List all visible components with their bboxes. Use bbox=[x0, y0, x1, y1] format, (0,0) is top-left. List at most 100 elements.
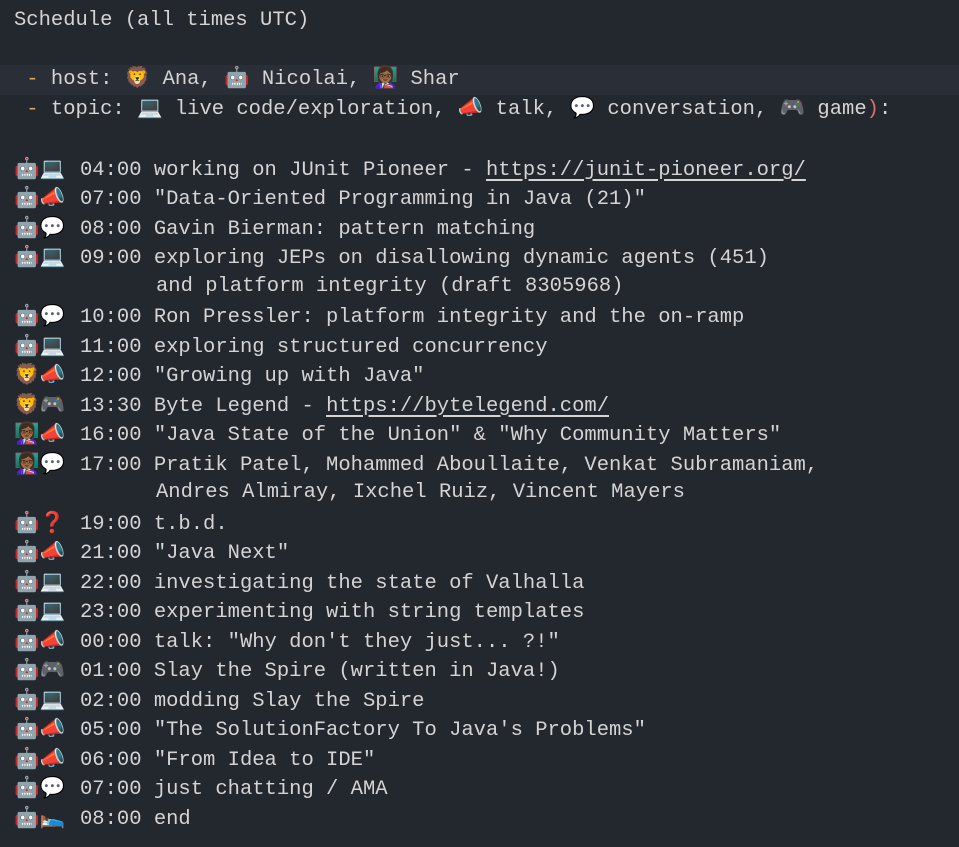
schedule-entry: 🤖💻 23:00 experimenting with string templa… bbox=[0, 596, 959, 626]
megaphone-icon: 📣 bbox=[457, 97, 484, 121]
entry-time: 04:00 bbox=[80, 158, 142, 182]
host-topic-icons: 🤖💻 bbox=[14, 567, 80, 599]
legend-topic-key: topic: bbox=[50, 97, 138, 121]
schedule-entry: 🤖💻 22:00 investigating the state of Valha… bbox=[0, 567, 959, 597]
entry-time: 05:00 bbox=[80, 719, 142, 742]
host-topic-icons: 🤖💻 bbox=[14, 154, 80, 186]
entry-time: 07:00 bbox=[80, 778, 142, 801]
entry-time: 02:00 bbox=[80, 689, 142, 713]
topic-live-code: live code/exploration bbox=[174, 97, 434, 121]
schedule-entry: 🤖💬 10:00 Ron Pressler: platform integrity… bbox=[0, 301, 959, 331]
legend-topic-line: - topic: 💻 live code/exploration, 📣 talk… bbox=[14, 97, 892, 121]
laptop-icon: 💻 bbox=[137, 97, 163, 121]
schedule-entry: 🤖💻 11:00 exploring structured concurrency bbox=[0, 331, 959, 361]
entry-time: 01:00 bbox=[80, 660, 142, 683]
entry-icon: 🤖📣 bbox=[14, 745, 66, 770]
schedule-entry: 🤖💻 04:00 working on JUnit Pioneer - https… bbox=[0, 154, 959, 184]
host-topic-icons: 🤖📣 bbox=[14, 714, 80, 746]
entry-title: investigating the state of Valhalla bbox=[153, 571, 585, 595]
entry-time: 06:00 bbox=[80, 748, 142, 772]
schedule-document: Schedule (all times UTC) - host: 🦁 Ana, … bbox=[0, 6, 959, 832]
entry-title: "Growing up with Java" bbox=[153, 365, 425, 388]
entry-title: exploring JEPs on disallowing dynamic ag… bbox=[153, 247, 769, 270]
screen: { "title": "Schedule (all times UTC)", "… bbox=[0, 0, 959, 847]
entry-icon: 🤖💻 bbox=[14, 244, 66, 268]
entry-icon: 🤖💬 bbox=[14, 303, 66, 327]
entry-title: t.b.d. bbox=[153, 512, 228, 536]
entry-icon: 🤖💬 bbox=[14, 775, 66, 799]
entry-title: "The SolutionFactory To Java's Problems" bbox=[153, 719, 646, 742]
schedule-entry: 🤖📣 05:00 "The SolutionFactory To Java's P… bbox=[0, 714, 959, 744]
speech-bubble-icon: 💬 bbox=[569, 97, 596, 121]
host-topic-icons: 🤖💬 bbox=[14, 213, 80, 245]
entry-icon: 🤖🎮 bbox=[14, 657, 66, 681]
host-topic-icons: 🤖🎮 bbox=[14, 655, 80, 687]
host-topic-icons: 🤖💬 bbox=[14, 773, 80, 805]
entry-title: modding Slay the Spire bbox=[153, 689, 425, 713]
schedule-entry: 🤖💬 07:00 just chatting / AMA bbox=[0, 773, 959, 803]
entry-icon: 🤖❓ bbox=[14, 509, 66, 534]
entry-title: "Data-Oriented Programming in Java (21)" bbox=[153, 188, 646, 211]
entry-icon: 🤖📣 bbox=[14, 627, 66, 652]
entry-icon: 🤖💻 bbox=[14, 332, 66, 357]
entry-time: 22:00 bbox=[80, 571, 142, 595]
entry-title: Ron Pressler: platform integrity and the… bbox=[153, 306, 745, 329]
entry-icon: 🤖💻 bbox=[14, 686, 66, 711]
entry-time: 17:00 bbox=[80, 453, 142, 477]
entry-icon: 🤖📣 bbox=[14, 539, 66, 563]
entry-title: end bbox=[153, 807, 191, 831]
lion-icon: 🦁 bbox=[124, 68, 151, 91]
schedule-entry: 🦁📣 12:00 "Growing up with Java" bbox=[0, 360, 959, 390]
entry-time: 11:00 bbox=[80, 335, 142, 359]
host-topic-icons: 🤖📣 bbox=[14, 744, 80, 776]
host-topic-icons: 🤖❓ bbox=[14, 508, 80, 540]
entry-icon: 🤖📣 bbox=[14, 185, 66, 209]
host-topic-icons: 👩🏾‍🏫💬 bbox=[14, 449, 80, 481]
schedule-entry: 🤖📣 00:00 talk: "Why don't they just... ?!… bbox=[0, 626, 959, 656]
legend-host-line: - host: 🦁 Ana, 🤖 Nicolai, 👩🏾‍🏫 Shar bbox=[0, 65, 959, 95]
entry-icon: 🤖💻 bbox=[14, 598, 66, 622]
entry-title: exploring structured concurrency bbox=[153, 335, 548, 359]
schedule-entry: 🤖🎮 01:00 Slay the Spire (written in Java!… bbox=[0, 655, 959, 685]
close-paren: ) bbox=[866, 97, 879, 121]
entry-title: "Java State of the Union" & "Why Communi… bbox=[153, 424, 782, 447]
host-topic-icons: 🤖💻 bbox=[14, 242, 80, 274]
host-topic-icons: 🤖📣 bbox=[14, 537, 80, 569]
entry-time: 09:00 bbox=[80, 247, 142, 270]
host-topic-icons: 🦁📣 bbox=[14, 360, 80, 392]
entry-link[interactable]: https://bytelegend.com/ bbox=[326, 395, 609, 418]
topic-game: game bbox=[817, 97, 867, 121]
entry-title: Slay the Spire (written in Java!) bbox=[153, 660, 560, 683]
topic-talk: talk bbox=[495, 97, 545, 121]
entry-continuation: and platform integrity (draft 8305968) bbox=[156, 274, 624, 298]
entry-time: 13:30 bbox=[80, 394, 142, 418]
legend-host-key: host: bbox=[50, 68, 125, 91]
entry-title: talk: "Why don't they just... ?!" bbox=[153, 630, 560, 654]
schedule-entry: 🤖💻 09:00 exploring JEPs on disallowing dy… bbox=[0, 242, 959, 272]
host-name-shar: Shar bbox=[410, 68, 460, 91]
schedule-entry: 👩🏾‍🏫💬 17:00 Pratik Patel, Mohammed Aboull… bbox=[0, 449, 959, 479]
entry-time: 10:00 bbox=[80, 306, 142, 329]
schedule-entry: 🤖📣 06:00 "From Idea to IDE" bbox=[0, 744, 959, 774]
entry-time: 08:00 bbox=[80, 807, 142, 831]
host-name-ana: Ana bbox=[162, 68, 200, 91]
entry-time: 07:00 bbox=[80, 188, 142, 211]
host-topic-icons: 🤖📣 bbox=[14, 183, 80, 215]
entry-time: 16:00 bbox=[80, 424, 142, 447]
entry-time: 23:00 bbox=[80, 601, 142, 624]
host-topic-icons: 🦁🎮 bbox=[14, 390, 80, 422]
entry-title: "Java Next" bbox=[153, 542, 290, 565]
schedule-entry: 🤖💬 08:00 Gavin Bierman: pattern matching bbox=[0, 213, 959, 243]
schedule-entry: 🤖💻 02:00 modding Slay the Spire bbox=[0, 685, 959, 715]
entry-title: "From Idea to IDE" bbox=[153, 748, 376, 772]
teacher-icon: 👩🏾‍🏫 bbox=[372, 68, 399, 91]
host-topic-icons: 🤖💻 bbox=[14, 685, 80, 717]
entry-link[interactable]: https://junit-pioneer.org/ bbox=[486, 159, 806, 182]
entry-time: 19:00 bbox=[80, 512, 142, 536]
colon: : bbox=[878, 97, 892, 121]
topic-conversation: conversation bbox=[607, 97, 755, 121]
entry-continuation: Andres Almiray, Ixchel Ruiz, Vincent May… bbox=[156, 481, 685, 504]
list-dash: - bbox=[14, 68, 51, 91]
